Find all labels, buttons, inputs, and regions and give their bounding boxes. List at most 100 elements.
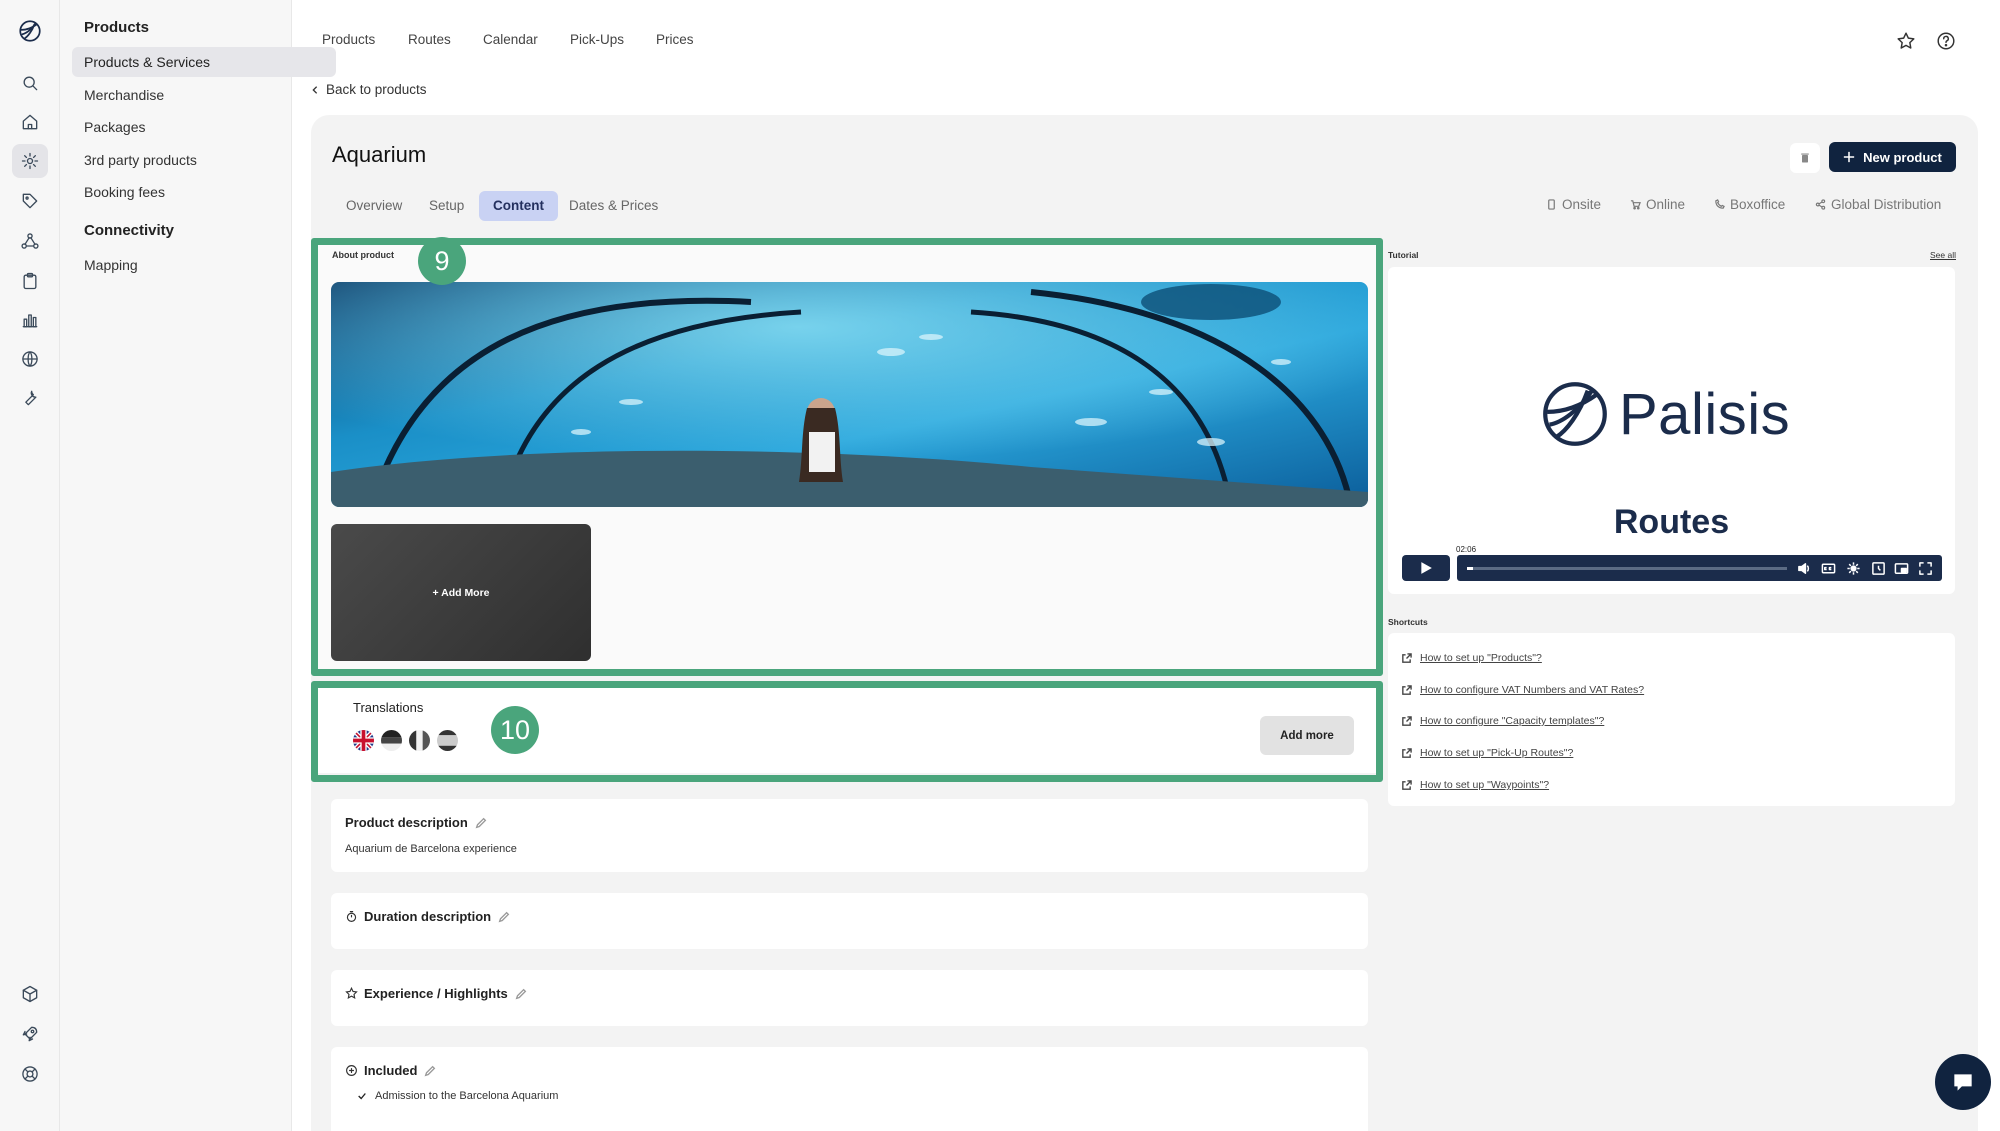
watch-later-icon[interactable] xyxy=(1871,561,1886,576)
icon-rail xyxy=(0,0,60,1131)
home-icon[interactable] xyxy=(12,105,48,139)
top-tab-pickups[interactable]: Pick-Ups xyxy=(570,32,624,47)
secondary-nav: Products Products & Services Merchandise… xyxy=(60,0,336,1131)
tab-dates-prices[interactable]: Dates & Prices xyxy=(555,191,672,221)
tab-content[interactable]: Content xyxy=(479,191,558,221)
pencil-icon[interactable] xyxy=(497,910,511,924)
back-link-label: Back to products xyxy=(326,82,427,97)
play-button[interactable] xyxy=(1402,555,1450,581)
chevron-left-icon xyxy=(312,85,318,94)
external-link-icon xyxy=(1402,652,1412,663)
tag-icon[interactable] xyxy=(12,184,48,218)
trash-icon xyxy=(1801,153,1809,163)
star-icon[interactable] xyxy=(1895,30,1917,52)
rocket-icon[interactable] xyxy=(12,1017,48,1051)
external-link-icon xyxy=(1402,779,1412,790)
top-tab-prices[interactable]: Prices xyxy=(656,32,694,47)
play-icon xyxy=(1421,562,1432,574)
included-heading: Included xyxy=(345,1063,437,1078)
product-description-text: Aquarium de Barcelona experience xyxy=(345,843,517,855)
video-timecode: 02:06 xyxy=(1456,545,1477,554)
network-icon[interactable] xyxy=(12,224,48,258)
pencil-icon[interactable] xyxy=(514,987,528,1001)
nav-item-third-party[interactable]: 3rd party products xyxy=(72,145,336,175)
nav-item-packages[interactable]: Packages xyxy=(72,112,336,142)
bar-chart-icon[interactable] xyxy=(12,303,48,337)
cube-icon[interactable] xyxy=(12,977,48,1011)
shortcuts-label: Shortcuts xyxy=(1388,617,1428,627)
video-progress-fill xyxy=(1467,567,1474,570)
channel-global-label: Global Distribution xyxy=(1831,197,1942,212)
fullscreen-icon[interactable] xyxy=(1918,561,1933,576)
nav-heading-products: Products xyxy=(84,19,150,36)
shortcut-link-vat[interactable]: How to configure VAT Numbers and VAT Rat… xyxy=(1401,684,1644,696)
external-link-icon xyxy=(1402,715,1412,726)
step-badge-9: 9 xyxy=(418,237,466,285)
channel-online-label: Online xyxy=(1646,197,1686,212)
duration-description-title: Duration description xyxy=(364,909,492,924)
delete-button[interactable] xyxy=(1790,143,1820,173)
highlights-title: Experience / Highlights xyxy=(364,986,508,1001)
cart-icon xyxy=(1630,200,1641,210)
top-tab-products[interactable]: Products xyxy=(322,32,375,47)
shortcut-link-waypoints[interactable]: How to set up "Waypoints"? xyxy=(1401,779,1549,791)
nav-item-mapping[interactable]: Mapping xyxy=(72,250,336,280)
highlight-frame-about xyxy=(311,238,1383,676)
channel-boxoffice[interactable]: Boxoffice xyxy=(1714,197,1785,212)
shortcut-link-capacity[interactable]: How to configure "Capacity templates"? xyxy=(1401,715,1604,727)
chat-button[interactable] xyxy=(1935,1054,1991,1110)
included-item-text: Admission to the Barcelona Aquarium xyxy=(375,1090,559,1102)
wrench-icon[interactable] xyxy=(12,381,48,415)
palisis-globe-icon xyxy=(1543,382,1607,446)
tab-setup[interactable]: Setup xyxy=(415,191,478,221)
star-outline-icon xyxy=(345,987,358,999)
duration-description-heading: Duration description xyxy=(345,909,511,924)
shortcut-link-label: How to set up "Pick-Up Routes"? xyxy=(1420,747,1574,759)
shortcut-link-pickup-routes[interactable]: How to set up "Pick-Up Routes"? xyxy=(1401,747,1573,759)
channel-onsite[interactable]: Onsite xyxy=(1546,197,1601,212)
see-all-link[interactable]: See all xyxy=(1930,250,1956,260)
included-title: Included xyxy=(364,1063,418,1078)
shortcut-link-label: How to configure "Capacity templates"? xyxy=(1420,715,1605,727)
lifebuoy-icon[interactable] xyxy=(12,1057,48,1091)
nav-item-booking-fees[interactable]: Booking fees xyxy=(72,177,336,207)
nav-item-merchandise[interactable]: Merchandise xyxy=(72,80,336,110)
included-card: Included Admission to the Barcelona Aqua… xyxy=(331,1047,1368,1131)
highlights-card: Experience / Highlights xyxy=(331,970,1368,1026)
gear-icon[interactable] xyxy=(12,144,48,178)
shortcut-link-products[interactable]: How to set up "Products"? xyxy=(1401,652,1542,664)
product-description-heading: Product description xyxy=(345,815,488,830)
top-tab-calendar[interactable]: Calendar xyxy=(483,32,538,47)
top-tab-routes[interactable]: Routes xyxy=(408,32,451,47)
help-icon[interactable] xyxy=(1935,30,1957,52)
palisis-logo-icon[interactable] xyxy=(12,14,48,48)
check-icon xyxy=(358,1093,366,1100)
plus-icon xyxy=(1843,151,1855,163)
included-item: Admission to the Barcelona Aquarium xyxy=(357,1090,558,1102)
globe-icon[interactable] xyxy=(12,342,48,376)
tab-overview[interactable]: Overview xyxy=(332,191,416,221)
search-icon[interactable] xyxy=(12,66,48,100)
video-title: Routes xyxy=(1613,503,1730,541)
channel-online[interactable]: Online xyxy=(1630,197,1685,212)
pencil-icon[interactable] xyxy=(423,1064,437,1078)
shortcut-link-label: How to set up "Products"? xyxy=(1420,652,1542,664)
captions-icon[interactable] xyxy=(1821,561,1836,576)
new-product-label: New product xyxy=(1863,149,1942,165)
nav-item-products-services[interactable]: Products & Services xyxy=(72,47,336,77)
new-product-button[interactable]: New product xyxy=(1829,142,1956,172)
palisis-video-logo: Palisis xyxy=(1541,380,1790,448)
video-scrubber[interactable] xyxy=(1467,567,1787,570)
clipboard-icon[interactable] xyxy=(12,264,48,298)
video-logo-text: Palisis xyxy=(1619,381,1791,447)
back-to-products-link[interactable]: Back to products xyxy=(310,82,427,97)
channel-global-distribution[interactable]: Global Distribution xyxy=(1815,197,1941,212)
volume-icon[interactable] xyxy=(1797,561,1812,576)
nav-heading-connectivity: Connectivity xyxy=(84,222,175,239)
settings-icon[interactable] xyxy=(1846,561,1861,576)
plus-circle-icon xyxy=(346,1065,357,1076)
external-link-icon xyxy=(1402,684,1412,695)
pencil-icon[interactable] xyxy=(474,816,488,830)
picture-in-picture-icon[interactable] xyxy=(1894,561,1909,576)
highlights-heading: Experience / Highlights xyxy=(345,986,528,1001)
